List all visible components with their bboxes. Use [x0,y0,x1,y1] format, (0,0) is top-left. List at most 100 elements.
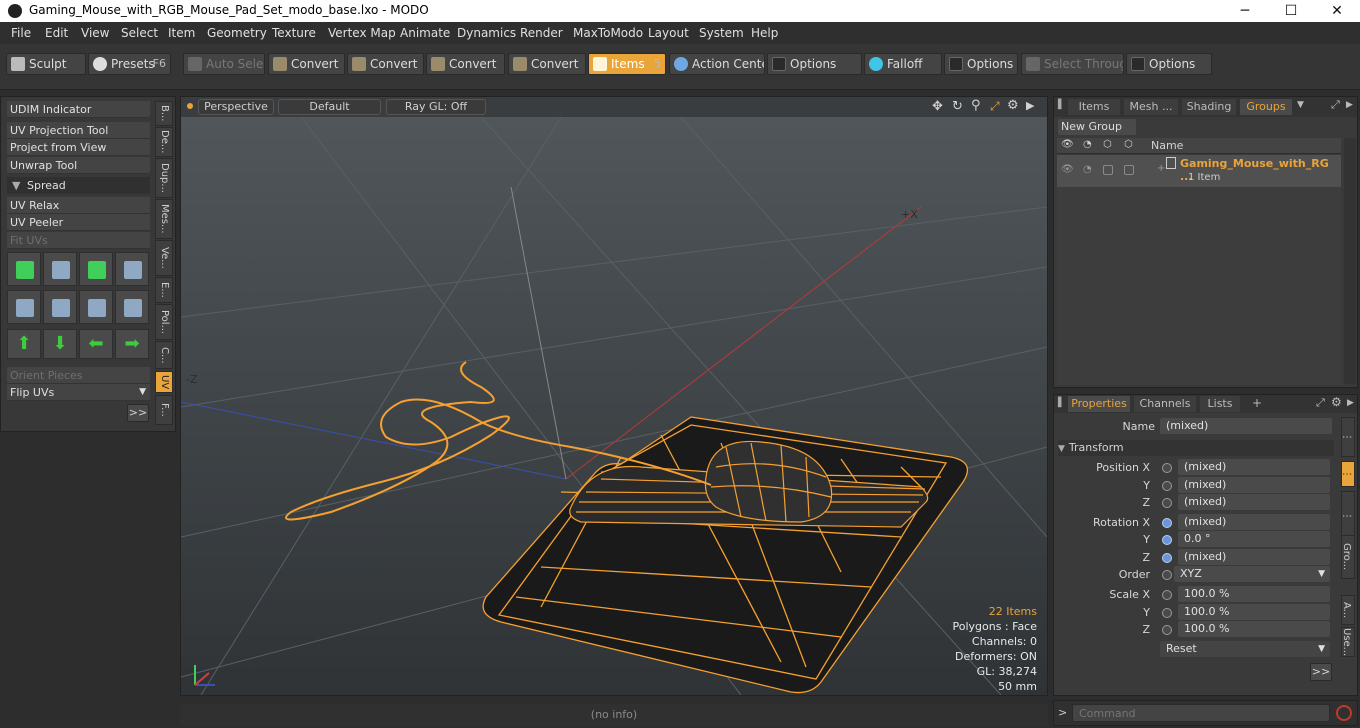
side-tab-a[interactable]: A... [1341,595,1355,625]
rotation-z-key-icon[interactable] [1162,553,1172,563]
panel-menu-arrow-icon[interactable]: ▶ [1346,100,1353,110]
uv-move-tool[interactable] [7,252,41,286]
menu-render[interactable]: Render [520,26,563,40]
vtab-ve[interactable]: Ve... [155,240,173,276]
orient-pieces-button[interactable]: Orient Pieces [7,367,150,384]
falloff-button[interactable]: Falloff [864,53,942,75]
action-center-button[interactable]: Action Center [669,53,765,75]
maximize-button[interactable]: ☐ [1268,0,1314,22]
rotation-x-key-icon[interactable] [1162,518,1172,528]
flip-uvs-dropdown[interactable]: Flip UVs ▼ [7,384,150,401]
rotation-y-field[interactable]: 0.0 ° [1178,531,1330,547]
gear-icon[interactable]: ⚙ [1331,395,1342,409]
zoom-icon[interactable]: ⚲ [971,98,981,113]
tab-dropdown-icon[interactable]: ▼ [1297,100,1304,110]
order-dropdown[interactable]: XYZ ▼ [1174,566,1330,582]
position-z-field[interactable]: (mixed) [1178,494,1330,510]
perspective-view-button[interactable]: Perspective [198,99,274,115]
menu-system[interactable]: System [699,26,744,40]
uv-box-tool[interactable] [115,290,149,324]
expand-panel-icon[interactable]: ⤢ [1316,396,1325,410]
vtab-dup[interactable]: Dup... [155,158,173,198]
scale-y-key-icon[interactable] [1162,608,1172,618]
scale-y-field[interactable]: 100.0 % [1178,604,1330,620]
convert-vertices-button[interactable]: Convert [268,53,345,75]
tab-channels[interactable]: Channels [1134,396,1196,412]
vtab-f[interactable]: F... [155,395,173,425]
menu-dynamics[interactable]: Dynamics [457,26,516,40]
align-down-button[interactable]: ⬇ [43,329,77,359]
position-y-field[interactable]: (mixed) [1178,477,1330,493]
tab-mesh[interactable]: Mesh ... [1124,99,1178,115]
menu-view[interactable]: View [81,26,109,40]
spread-section[interactable]: ▼ Spread [7,177,150,194]
auto-select-button[interactable]: Auto Select [183,53,265,75]
menu-select[interactable]: Select [121,26,158,40]
command-input[interactable] [1072,704,1330,722]
side-tab-properties[interactable]: ⋮ [1341,461,1355,487]
tab-lists[interactable]: Lists [1200,396,1240,412]
visibility-eye-icon[interactable]: 👁 [1061,164,1074,175]
close-button[interactable]: ✕ [1314,0,1360,22]
new-group-button[interactable]: New Group [1058,119,1136,135]
rotation-x-field[interactable]: (mixed) [1178,514,1330,530]
menu-edit[interactable]: Edit [45,26,68,40]
viewport-menu-dot-icon[interactable] [187,103,193,109]
uv-taper-tool[interactable] [79,290,113,324]
align-up-button[interactable]: ⬆ [7,329,41,359]
udim-indicator-button[interactable]: UDIM Indicator [7,101,150,118]
uv-projection-tool-button[interactable]: UV Projection Tool [7,122,150,139]
tab-properties[interactable]: Properties [1068,396,1130,412]
project-from-view-button[interactable]: Project from View [7,139,150,156]
uv-grid-tool[interactable] [43,290,77,324]
scale-z-field[interactable]: 100.0 % [1178,621,1330,637]
list-item[interactable]: 👁 ◔ + Gaming_Mouse_with_RG ... 1 Item [1057,155,1341,187]
convert-items-button[interactable]: Convert [508,53,586,75]
vtab-e[interactable]: E... [155,277,173,303]
uv-relax-button[interactable]: UV Relax [7,197,150,214]
lock-checkbox[interactable] [1103,165,1113,175]
menu-animate[interactable]: Animate [400,26,450,40]
action-center-options-button[interactable]: Options [767,53,862,75]
presets-button[interactable]: Presets F6 [88,53,171,75]
render-icon[interactable]: ◔ [1083,164,1092,175]
convert-edges-button[interactable]: Convert [347,53,424,75]
position-y-key-icon[interactable] [1162,481,1172,491]
rotation-y-key-icon[interactable] [1162,535,1172,545]
gear-icon[interactable]: ⚙ [1007,98,1019,113]
menu-texture[interactable]: Texture [272,26,316,40]
position-z-key-icon[interactable] [1162,498,1172,508]
panel-grip-icon[interactable]: ▌ [1058,398,1065,408]
side-tab-dots-2[interactable]: ⋮ [1341,491,1355,541]
scale-z-key-icon[interactable] [1162,625,1172,635]
vtab-uv[interactable]: UV [155,371,173,393]
side-tab-user[interactable]: Use... [1341,627,1355,657]
more-tools-button[interactable]: >> [127,404,149,422]
rotation-z-field[interactable]: (mixed) [1178,549,1330,565]
lock-cube-icon[interactable]: ⬡ [1103,139,1112,150]
3d-viewport[interactable]: Perspective Default Ray GL: Off ✥ ↻ ⚲ ⤢ … [180,96,1048,696]
menu-help[interactable]: Help [751,26,778,40]
position-x-key-icon[interactable] [1162,463,1172,473]
menu-vertex-map[interactable]: Vertex Map [328,26,396,40]
items-mode-button[interactable]: Items 5 [588,53,666,75]
menu-geometry[interactable]: Geometry [207,26,267,40]
render-icon[interactable]: ◔ [1083,139,1092,150]
uv-cube-tool[interactable] [7,290,41,324]
side-tab-groups[interactable]: Gro... [1341,535,1355,579]
falloff-options-button[interactable]: Options [944,53,1018,75]
align-right-button[interactable]: ➡ [115,329,149,359]
select-through-options-button[interactable]: Options [1126,53,1212,75]
position-x-field[interactable]: (mixed) [1178,459,1330,475]
visibility-eye-icon[interactable]: 👁 [1061,139,1074,150]
vtab-b[interactable]: B... [155,101,173,126]
scale-x-key-icon[interactable] [1162,590,1172,600]
tab-items[interactable]: Items [1068,99,1120,115]
uv-rotate-tool[interactable] [43,252,77,286]
shading-default-button[interactable]: Default [278,99,381,115]
order-key-icon[interactable] [1162,570,1172,580]
fit-uvs-button[interactable]: Fit UVs [7,232,150,249]
uv-scale-tool[interactable] [79,252,113,286]
unwrap-tool-button[interactable]: Unwrap Tool [7,157,150,174]
expand-plus-icon[interactable]: + [1157,163,1165,174]
